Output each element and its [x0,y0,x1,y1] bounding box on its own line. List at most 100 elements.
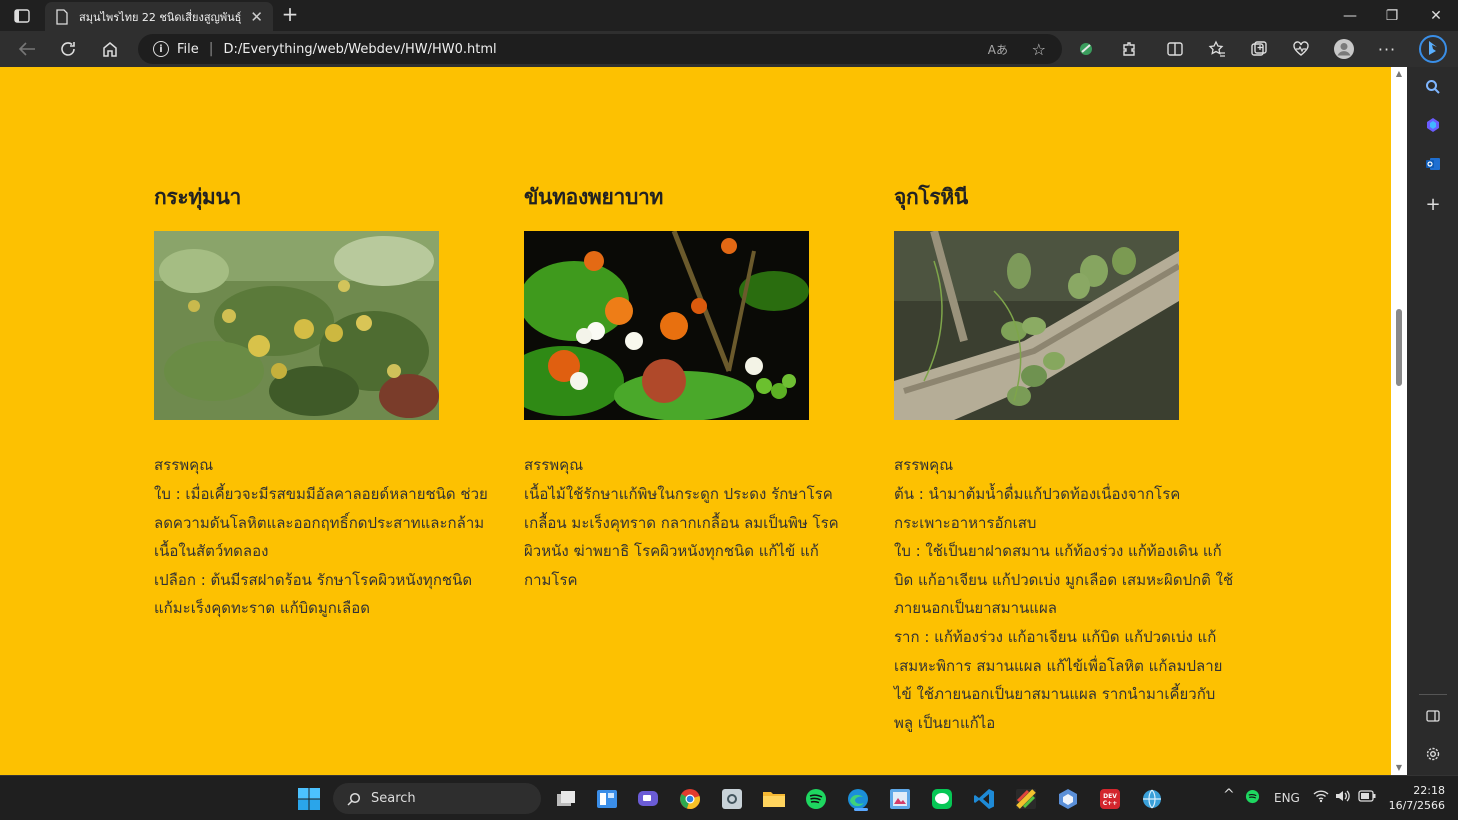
tray-overflow-icon[interactable]: ^ [1223,787,1235,803]
paint-icon [1016,789,1036,809]
folder-icon [763,792,785,807]
edge-button[interactable] [844,785,872,813]
cube-icon [1059,789,1077,809]
favorite-star-icon[interactable]: ☆ [1032,40,1046,59]
herb-property-line: ใบ : เมื่อเคี้ยวจะมีรสขมมีอัลคาลอยด์หลาย… [154,485,488,561]
devcpp-button[interactable]: DEV C++ [1096,785,1124,813]
heart-pulse-icon [1293,41,1309,56]
tab-title: สมุนไพรไทย 22 ชนิดเสี่ยงสูญพันธุ์ [79,10,242,24]
sidebar-copilot-button[interactable] [1422,114,1444,136]
plus-icon: + [1425,193,1441,215]
collections-button[interactable] [1244,35,1274,63]
address-bar[interactable]: i File | D:/Everything/web/Webdev/HW/HW0… [138,34,1062,64]
taskbar-search-box[interactable]: Search [333,783,541,814]
cube-app-button[interactable] [1054,785,1082,813]
settings-more-button[interactable]: ··· [1372,35,1402,63]
image-app-button[interactable] [886,785,914,813]
spotify-button[interactable] [802,785,830,813]
extension-copilot-button[interactable] [1071,35,1101,63]
page-content: กระทุ่มนา สรรพคุณ ใบ : เมื่อเคี้ยวจะมีรส… [0,67,1391,775]
widgets-button[interactable] [593,785,621,813]
browser-essentials-button[interactable] [1286,35,1316,63]
split-screen-button[interactable] [1160,35,1190,63]
new-tab-button[interactable]: + [279,4,301,26]
volume-icon[interactable] [1335,789,1351,806]
tab-actions-button[interactable] [10,6,34,26]
page-scrollbar[interactable]: ▲ ▼ [1391,67,1407,775]
properties-heading: สรรพคุณ [154,456,214,474]
address-scheme: File [177,41,199,57]
profile-button[interactable] [1329,35,1359,63]
refresh-button[interactable] [53,35,83,63]
wifi-icon[interactable] [1313,789,1329,806]
sidebar-hide-button[interactable] [1422,705,1444,727]
chrome-button[interactable] [676,785,704,813]
tab-close-icon[interactable]: ✕ [250,8,263,26]
home-icon [103,42,117,57]
system-clock[interactable]: 22:18 16/7/2566 [1387,783,1445,813]
refresh-icon [61,42,75,56]
minimize-button[interactable]: — [1328,0,1372,31]
site-info-icon[interactable]: i [153,41,169,57]
bing-copilot-button[interactable] [1417,33,1449,65]
read-aloud-icon[interactable]: Aあ [988,41,1008,58]
image-app-icon [890,789,910,809]
svg-text:DEV: DEV [1103,793,1117,800]
sidebar-add-button[interactable]: + [1422,193,1444,215]
start-button[interactable] [295,785,323,813]
properties-heading: สรรพคุณ [894,456,954,474]
herb-photo-chuk-rohini [894,229,1181,420]
sidebar-outlook-button[interactable] [1422,153,1444,175]
scroll-up-arrow-icon[interactable]: ▲ [1395,70,1403,78]
favorites-button[interactable] [1202,35,1232,63]
properties-heading: สรรพคุณ [524,456,584,474]
app-settings-button[interactable] [718,785,746,813]
herb-property-line: ต้น : นำมาต้มน้ำดื่มแก้ปวดท้องเนื่องจากโ… [894,485,1181,532]
herb-property-line: ราก : แก้ท้องร่วง แก้อาเจียน แก้บิด แก้ป… [894,627,1223,732]
outlook-icon [1426,158,1440,170]
battery-icon[interactable] [1358,790,1376,805]
back-button[interactable] [12,35,42,63]
herb-card-3: จุกโรหินี สรรพคุณ ต้น : นำมาต้มน้ำดื่มแก… [894,181,1234,737]
line-button[interactable] [928,785,956,813]
close-window-button[interactable]: ✕ [1414,0,1458,31]
herb-photo-khanthong-phayabat [504,230,809,421]
browser-toolbar: i File | D:/Everything/web/Webdev/HW/HW0… [0,31,1458,67]
spotify-icon [806,789,826,809]
favorites-icon [1208,40,1225,57]
extensions-button[interactable] [1114,35,1144,63]
herb-card-1: กระทุ่มนา สรรพคุณ ใบ : เมื่อเคี้ยวจะมีรส… [154,181,494,623]
taskbar-search-placeholder: Search [371,791,416,806]
extension-leaf-icon [1080,43,1092,55]
vscode-icon [974,789,994,809]
task-view-icon [557,791,575,806]
sidebar-divider [1419,694,1447,695]
herb-photo-kratum-na [154,231,439,420]
tray-spotify-icon[interactable] [1245,789,1260,807]
puzzle-icon [1123,42,1135,56]
active-tab[interactable]: สมุนไพรไทย 22 ชนิดเสี่ยงสูญพันธุ์ ✕ [45,2,273,31]
paint-app-button[interactable] [1012,785,1040,813]
more-dots-icon: ··· [1377,39,1397,59]
active-app-indicator [854,808,868,811]
copilot-icon [1427,118,1439,132]
maximize-button[interactable]: ❐ [1370,0,1414,31]
task-view-button[interactable] [552,785,580,813]
svg-text:C++: C++ [1103,800,1117,807]
sidebar-settings-button[interactable] [1422,743,1444,765]
tab-bar: สมุนไพรไทย 22 ชนิดเสี่ยงสูญพันธุ์ ✕ + — … [0,0,1458,31]
language-indicator[interactable]: ENG [1274,791,1300,805]
scroll-down-arrow-icon[interactable]: ▼ [1395,764,1403,772]
network-app-button[interactable] [1138,785,1166,813]
scrollbar-thumb[interactable] [1396,309,1402,386]
teams-chat-button[interactable] [634,785,662,813]
home-button[interactable] [95,35,125,63]
gear-icon [1426,747,1440,761]
windows-taskbar: Search DEV C++ ^ ENG 22:18 16/7/2566 [0,775,1458,820]
herb-property-line: เปลือก : ต้นมีรสฝาดร้อน รักษาโรคผิวหนังท… [154,570,473,618]
sidebar-search-button[interactable] [1422,76,1444,98]
herb-card-2: ขันทองพยาบาท สรรพคุณ เนื้อไม้ใช้รักษาแก้… [504,181,864,594]
line-icon [932,789,952,809]
vscode-button[interactable] [970,785,998,813]
file-explorer-button[interactable] [760,785,788,813]
